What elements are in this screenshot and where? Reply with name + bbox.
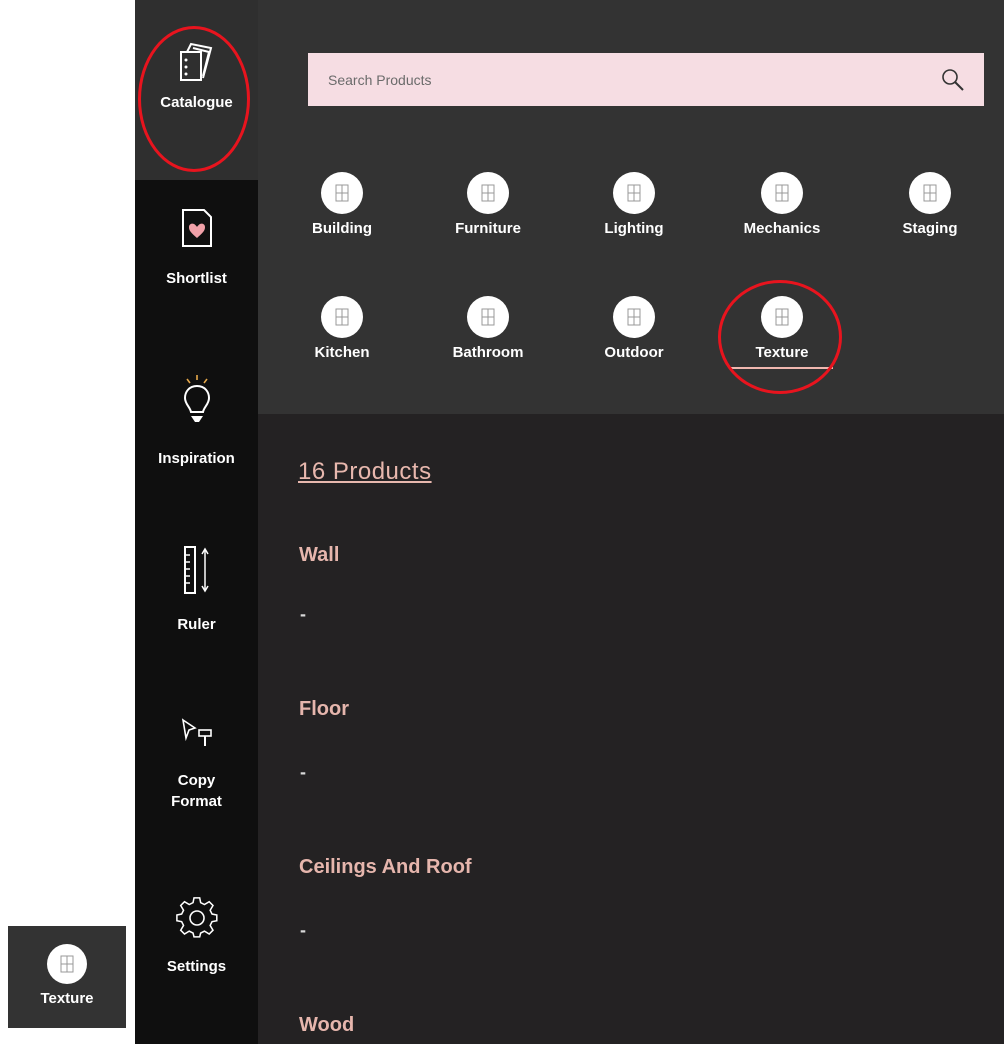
section-empty-placeholder: -	[300, 762, 306, 782]
sidebar-item-copy-format[interactable]: Copy Format	[135, 716, 258, 812]
door-icon	[467, 296, 509, 338]
category-mechanics[interactable]: Mechanics	[722, 172, 842, 237]
category-label: Staging	[902, 220, 958, 237]
category-label: Lighting	[604, 220, 664, 237]
category-texture[interactable]: Texture	[722, 296, 842, 369]
category-outdoor[interactable]: Outdoor	[574, 296, 694, 361]
active-tab-indicator	[731, 367, 833, 369]
section-title-wood: Wood	[299, 1014, 355, 1036]
category-lighting[interactable]: Lighting	[574, 172, 694, 237]
sidebar-item-label: Catalogue	[160, 94, 233, 111]
paint-roller-icon	[181, 718, 212, 746]
door-icon	[909, 172, 951, 214]
category-staging[interactable]: Staging	[870, 172, 990, 237]
search-icon[interactable]	[940, 67, 966, 93]
door-icon	[47, 944, 87, 984]
sidebar-item-label: Ruler	[177, 616, 216, 633]
sidebar-item-label: Inspiration	[158, 450, 235, 467]
texture-chip[interactable]: Texture	[8, 926, 126, 1028]
results-panel	[258, 414, 1004, 1044]
door-icon	[321, 172, 363, 214]
section-title-ceilings-and-roof: Ceilings And Roof	[299, 856, 472, 878]
catalogue-icon	[179, 42, 212, 81]
lightbulb-icon	[183, 375, 210, 422]
category-label: Furniture	[455, 220, 521, 237]
door-icon	[613, 296, 655, 338]
section-title-floor: Floor	[299, 698, 349, 720]
gear-icon	[175, 897, 218, 938]
chip-label: Texture	[40, 990, 94, 1007]
door-icon	[321, 296, 363, 338]
category-label: Mechanics	[743, 220, 821, 237]
section-empty-placeholder: -	[300, 920, 306, 940]
sidebar-item-label: Settings	[166, 958, 227, 975]
category-label: Kitchen	[314, 344, 370, 361]
sidebar-item-settings[interactable]: Settings	[135, 896, 258, 977]
sidebar-item-label: Copy Format	[171, 772, 222, 810]
sidebar-item-inspiration[interactable]: Inspiration	[135, 374, 258, 469]
sidebar-item-catalogue[interactable]: Catalogue	[135, 0, 258, 180]
sidebar-item-label: Shortlist	[166, 270, 227, 287]
door-icon	[761, 296, 803, 338]
door-icon	[613, 172, 655, 214]
sidebar-item-shortlist[interactable]: Shortlist	[135, 208, 258, 289]
category-label: Bathroom	[452, 344, 524, 361]
top-edge	[258, 0, 1004, 8]
category-furniture[interactable]: Furniture	[428, 172, 548, 237]
product-count[interactable]: 16 Products	[298, 458, 432, 486]
door-icon	[467, 172, 509, 214]
search-input[interactable]	[326, 70, 932, 89]
category-building[interactable]: Building	[282, 172, 402, 237]
shortlist-heart-icon	[181, 209, 212, 247]
section-empty-placeholder: -	[300, 604, 306, 624]
category-label: Texture	[755, 344, 809, 361]
category-label: Building	[312, 220, 372, 237]
door-icon	[761, 172, 803, 214]
category-label: Outdoor	[604, 344, 664, 361]
category-bathroom[interactable]: Bathroom	[428, 296, 548, 361]
sidebar: Catalogue Shortlist Inspiration Ruler Co…	[135, 0, 258, 1044]
sidebar-item-ruler[interactable]: Ruler	[135, 544, 258, 635]
section-title-wall: Wall	[299, 544, 340, 566]
category-kitchen[interactable]: Kitchen	[282, 296, 402, 361]
search-bar[interactable]	[308, 53, 984, 106]
ruler-icon	[183, 546, 209, 594]
